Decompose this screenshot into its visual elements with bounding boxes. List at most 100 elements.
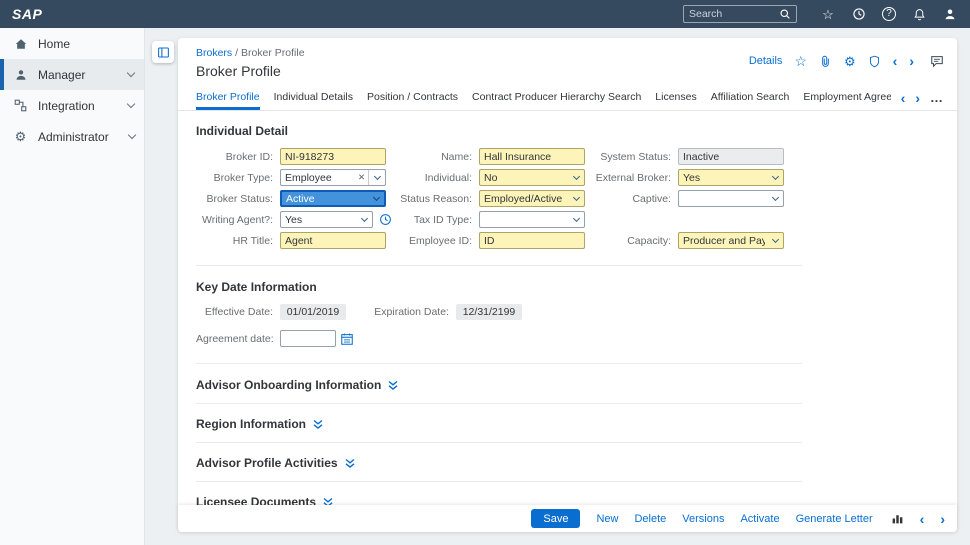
breadcrumb-link-brokers[interactable]: Brokers	[196, 47, 232, 59]
sidebar-item-home[interactable]: Home	[0, 28, 144, 59]
individual-detail-section: Individual Detail Broker ID: NI-918273 N…	[196, 124, 802, 266]
broker-profile-card: Brokers / Broker Profile Broker Profile …	[178, 38, 957, 532]
manager-person-icon	[13, 67, 28, 82]
hr-title-input[interactable]: Agent	[280, 232, 386, 249]
key-date-row-2: Agreement date:	[196, 330, 802, 347]
chevron-down-icon[interactable]	[767, 170, 783, 185]
sidebar-item-label: Manager	[38, 68, 85, 82]
field-label: Broker Type:	[196, 172, 280, 184]
broker-id-input[interactable]: NI-918273	[280, 148, 386, 165]
writing-agent-select[interactable]: Yes	[280, 211, 373, 228]
field-label: Broker ID:	[196, 151, 280, 163]
previous-page-chevron-icon[interactable]: ‹	[920, 512, 925, 526]
tabs-scroll-right-icon[interactable]: ›	[915, 91, 920, 105]
captive-select[interactable]	[678, 190, 784, 207]
feedback-comment-icon[interactable]	[930, 54, 944, 68]
section-region-information[interactable]: Region Information	[196, 404, 802, 443]
attachment-paperclip-icon[interactable]	[819, 55, 832, 68]
tabs-scroll-left-icon[interactable]: ‹	[901, 91, 906, 105]
field-label: Writing Agent?:	[196, 214, 280, 226]
search-input[interactable]	[689, 8, 775, 20]
clear-value-icon[interactable]: ✕	[355, 170, 369, 185]
field-label: Tax ID Type:	[395, 214, 479, 226]
field-label: Broker Status:	[196, 193, 280, 205]
field-broker-status: Broker Status: Active	[196, 190, 392, 207]
previous-record-chevron-icon[interactable]: ‹	[893, 54, 898, 68]
tab-position-contracts[interactable]: Position / Contracts	[367, 91, 458, 110]
field-individual: Individual: No	[395, 169, 591, 186]
field-hr-title: HR Title: Agent	[196, 232, 392, 249]
shield-icon[interactable]	[868, 55, 881, 68]
tax-id-type-select[interactable]	[479, 211, 585, 228]
history-clock-icon[interactable]	[379, 213, 392, 226]
generate-letter-button[interactable]: Generate Letter	[796, 513, 873, 525]
tabs-overflow-icon[interactable]: …	[930, 91, 943, 104]
field-label: Employee ID:	[395, 235, 479, 247]
key-date-row-1: Effective Date: 01/01/2019 Expiration Da…	[196, 304, 802, 320]
versions-button[interactable]: Versions	[682, 513, 724, 525]
status-reason-select[interactable]: Employed/Active	[479, 190, 585, 207]
save-button[interactable]: Save	[531, 509, 580, 528]
chevron-down-icon[interactable]	[356, 212, 372, 227]
broker-type-select[interactable]: Employee ✕	[280, 169, 386, 186]
next-record-chevron-icon[interactable]: ›	[909, 54, 914, 68]
tab-individual-details[interactable]: Individual Details	[274, 91, 353, 110]
details-link[interactable]: Details	[749, 55, 783, 67]
footer-toolbar: Save New Delete Versions Activate Genera…	[178, 505, 957, 532]
next-page-chevron-icon[interactable]: ›	[940, 512, 945, 526]
chevron-down-icon	[127, 69, 135, 77]
tab-broker-profile[interactable]: Broker Profile	[196, 91, 260, 110]
broker-status-select[interactable]: Active	[280, 190, 386, 207]
new-button[interactable]: New	[596, 513, 618, 525]
tab-contract-producer-hierarchy-search[interactable]: Contract Producer Hierarchy Search	[472, 91, 641, 110]
chevron-down-icon[interactable]	[368, 192, 384, 205]
favorite-star-icon[interactable]: ☆	[794, 54, 807, 68]
side-navigation: Home Manager Integration ⚙ Administrator	[0, 28, 145, 545]
sidebar-item-integration[interactable]: Integration	[0, 90, 144, 121]
agreement-date-input[interactable]	[280, 330, 336, 347]
favorites-star-icon[interactable]: ☆	[820, 6, 836, 22]
notifications-bell-icon[interactable]	[911, 6, 927, 22]
section-title: Advisor Onboarding Information	[196, 378, 381, 392]
calendar-icon[interactable]	[340, 332, 354, 346]
individual-select[interactable]: No	[479, 169, 585, 186]
chevron-down-icon[interactable]	[369, 170, 385, 185]
delete-button[interactable]: Delete	[634, 513, 666, 525]
chevron-down-icon[interactable]	[767, 233, 783, 248]
field-captive: Captive:	[594, 190, 790, 207]
sidebar-item-administrator[interactable]: ⚙ Administrator	[0, 121, 144, 152]
section-advisor-onboarding-information[interactable]: Advisor Onboarding Information	[196, 365, 802, 404]
form-content: Individual Detail Broker ID: NI-918273 N…	[178, 111, 957, 521]
tab-affiliation-search[interactable]: Affiliation Search	[711, 91, 790, 110]
user-avatar-icon[interactable]	[942, 6, 958, 22]
search-icon[interactable]	[779, 8, 791, 20]
shell-search[interactable]	[683, 5, 797, 23]
bar-chart-icon[interactable]	[891, 512, 904, 525]
name-input[interactable]: Hall Insurance	[479, 148, 585, 165]
sap-logo[interactable]: SAP	[12, 6, 42, 22]
activate-button[interactable]: Activate	[740, 513, 779, 525]
chevron-down-icon[interactable]	[568, 170, 584, 185]
tab-strip: Broker Profile Individual Details Positi…	[178, 86, 957, 111]
capacity-select[interactable]: Producer and Payee	[678, 232, 784, 249]
key-date-information-section: Key Date Information Effective Date: 01/…	[196, 267, 802, 364]
field-name: Name: Hall Insurance	[395, 148, 591, 165]
chevron-down-icon[interactable]	[767, 191, 783, 206]
settings-gear-icon[interactable]: ⚙	[844, 55, 856, 68]
side-panel-toggle-button[interactable]	[152, 41, 174, 63]
chevron-down-icon[interactable]	[568, 191, 584, 206]
page-header: Brokers / Broker Profile Broker Profile …	[178, 38, 957, 79]
tab-licenses[interactable]: Licenses	[655, 91, 696, 110]
open-side-panel-icon	[157, 46, 170, 59]
administrator-gear-icon: ⚙	[13, 129, 28, 144]
shell-actions: ☆ ?	[683, 5, 958, 23]
chevron-down-icon[interactable]	[568, 212, 584, 227]
external-broker-select[interactable]: Yes	[678, 169, 784, 186]
expand-double-chevron-icon	[388, 380, 398, 391]
help-icon[interactable]: ?	[882, 7, 896, 21]
history-clock-icon[interactable]	[851, 6, 867, 22]
field-writing-agent: Writing Agent?: Yes	[196, 211, 392, 228]
sidebar-item-manager[interactable]: Manager	[0, 59, 144, 90]
employee-id-input[interactable]: ID	[479, 232, 585, 249]
section-advisor-profile-activities[interactable]: Advisor Profile Activities	[196, 443, 802, 482]
